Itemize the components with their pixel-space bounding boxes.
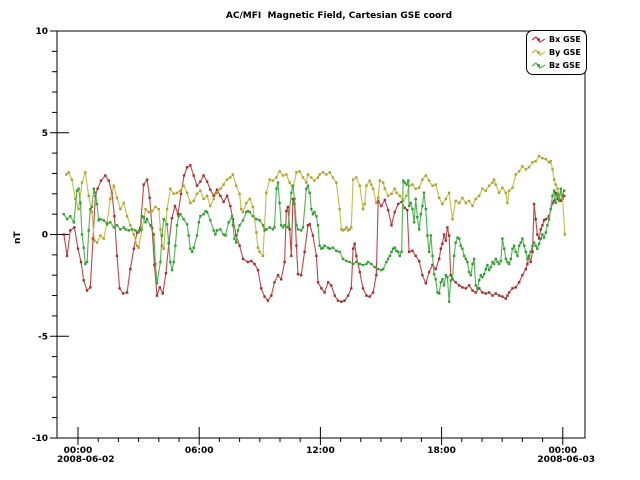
x-axis-end-date: 2008-06-03 (495, 455, 595, 465)
legend-box: Bx GSE By GSE Bz GSE (526, 30, 587, 75)
legend-item-by: By GSE (531, 46, 581, 59)
bz-line-swatch (531, 61, 546, 70)
x-tick-label: 06:00 (185, 446, 214, 456)
y-tick-label: 5 (42, 129, 48, 139)
x-tick-label: 18:00 (427, 446, 456, 456)
legend-label-bx: Bx GSE (549, 35, 581, 44)
y-tick-label: 0 (42, 231, 48, 241)
by-line-swatch (531, 48, 546, 57)
y-axis-label: nT (13, 224, 27, 244)
y-tick-label: 10 (35, 27, 48, 37)
legend-item-bz: Bz GSE (531, 59, 581, 72)
legend-item-bx: Bx GSE (531, 33, 581, 46)
legend-label-by: By GSE (549, 48, 581, 57)
y-tick-label: -5 (38, 332, 48, 342)
bx-line-swatch (531, 35, 546, 44)
series-by-gse (65, 155, 566, 257)
x-tick-label: 12:00 (306, 446, 335, 456)
y-tick-label: -10 (32, 434, 48, 444)
cdaweb-plot-window: AC/MFI Magnetic Field, Cartesian GSE coo… (0, 0, 640, 480)
x-axis-start-date: 2008-06-02 (57, 455, 115, 465)
legend-label-bz: Bz GSE (549, 61, 580, 70)
